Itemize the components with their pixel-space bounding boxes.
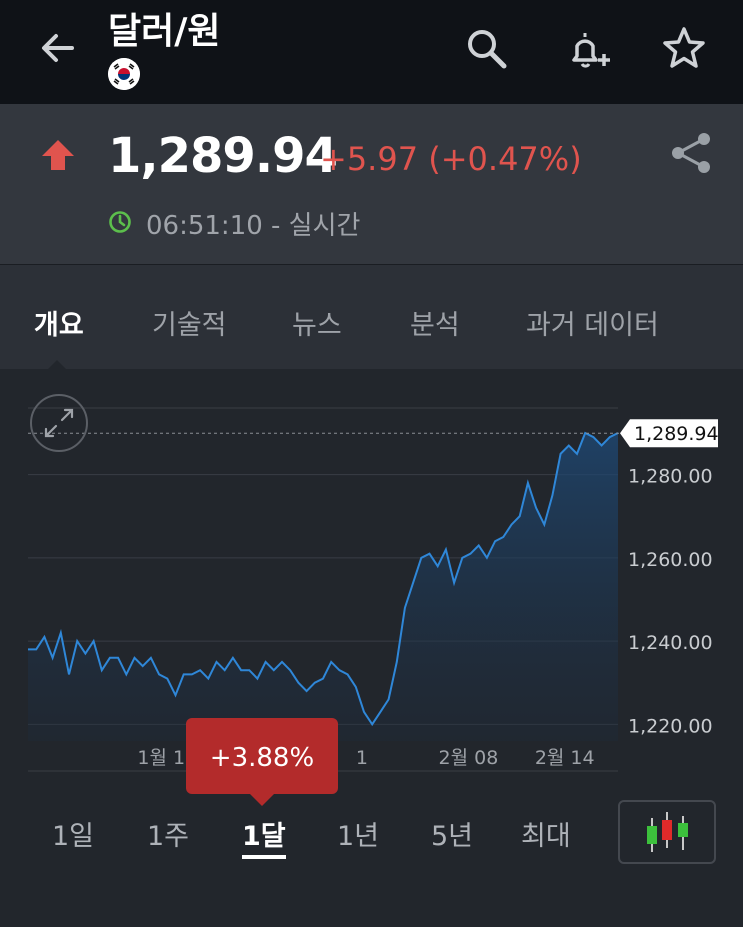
y-tick-label: 1,280.00 — [628, 466, 713, 488]
x-tick-label: 1 — [356, 747, 368, 769]
clock-icon — [109, 211, 131, 233]
back-arrow-icon[interactable] — [36, 26, 80, 70]
period-5-years[interactable]: 5년 — [431, 814, 473, 853]
share-icon[interactable] — [668, 130, 714, 176]
period-1-day[interactable]: 1일 — [52, 814, 94, 853]
page-title: 달러/원 — [108, 11, 221, 52]
price-change: +5.97 (+0.47%) — [320, 140, 582, 178]
y-tick-label: 1,260.00 — [628, 549, 713, 571]
y-tick-label: 1,220.00 — [628, 715, 713, 737]
period-change-tooltip: +3.88% — [186, 718, 338, 806]
expand-chart-button[interactable] — [30, 394, 88, 452]
south-korea-flag-icon — [108, 58, 140, 90]
last-price-label: 1,289.94 — [634, 423, 719, 445]
tab-scroll-fade — [703, 265, 743, 369]
x-tick-label: 2월 14 — [535, 747, 595, 769]
expand-arrows-icon — [44, 408, 74, 438]
tab-analysis[interactable]: 분석 — [410, 303, 460, 342]
tab-bar: 개요 기술적 뉴스 분석 과거 데이터 — [0, 264, 743, 369]
price-area-fill — [28, 433, 618, 741]
tab-overview[interactable]: 개요 — [34, 303, 84, 342]
candlestick-toggle-button[interactable] — [618, 800, 716, 864]
period-1-week[interactable]: 1주 — [147, 814, 189, 853]
x-tick-label: 2월 08 — [439, 747, 499, 769]
tab-historical-data[interactable]: 과거 데이터 — [526, 303, 659, 342]
candlestick-icon — [647, 812, 688, 852]
y-tick-label: 1,240.00 — [628, 632, 713, 654]
price-chart[interactable]: 1,220.00 1,240.00 1,260.00 1,280.00 1,289.94… — [0, 368, 743, 778]
tab-news[interactable]: 뉴스 — [292, 303, 342, 342]
price-up-arrow-icon — [42, 140, 74, 170]
period-max[interactable]: 최대 — [521, 814, 571, 853]
add-alert-bell-icon[interactable] — [564, 24, 612, 72]
current-price: 1,289.94 — [108, 128, 338, 184]
quote-time: 06:51:10 - 실시간 — [146, 211, 361, 241]
period-1-year[interactable]: 1년 — [337, 814, 379, 853]
search-icon[interactable] — [462, 24, 510, 72]
star-icon[interactable] — [660, 24, 708, 72]
period-1-month[interactable]: 1달 — [242, 814, 286, 859]
tab-technical[interactable]: 기술적 — [152, 303, 227, 342]
